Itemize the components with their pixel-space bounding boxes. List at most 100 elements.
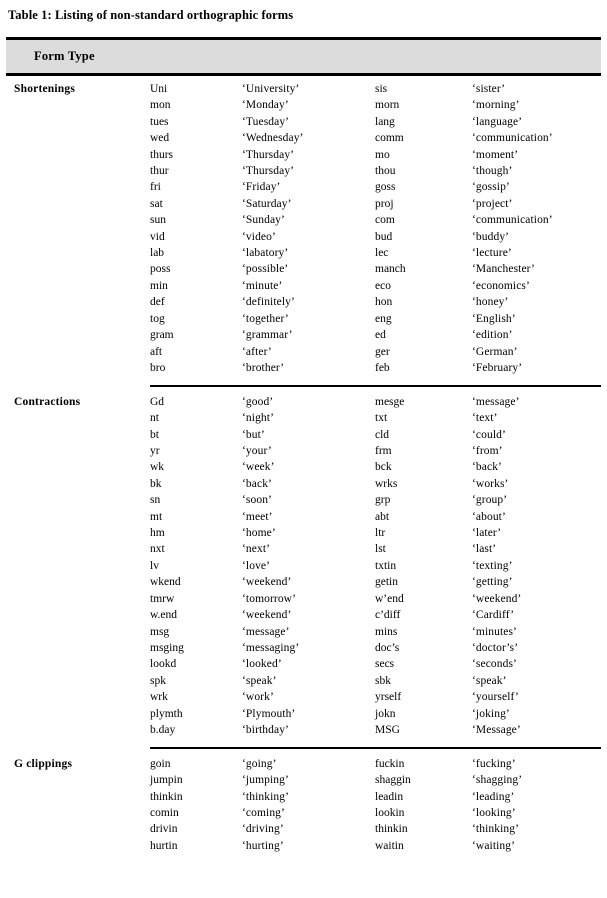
standard-gloss: ‘could’: [472, 428, 506, 441]
non-standard-form: shaggin: [375, 774, 411, 787]
standard-gloss: ‘getting’: [472, 576, 513, 589]
non-standard-form: ed: [375, 329, 386, 342]
standard-gloss: ‘night’: [242, 412, 274, 425]
standard-gloss: ‘February’: [472, 361, 523, 374]
standard-gloss: ‘thinking’: [242, 790, 289, 803]
table-page: Table 1: Listing of non-standard orthogr…: [0, 0, 607, 898]
standard-gloss: ‘back’: [472, 461, 502, 474]
standard-gloss: ‘Cardiff’: [472, 609, 515, 622]
non-standard-form: tues: [150, 115, 169, 128]
section-inner: G clippings goin ‘going’ fuckin ‘fucking’ jum…: [0, 749, 607, 854]
non-standard-form: getin: [375, 576, 398, 589]
non-standard-form: thinkin: [375, 823, 408, 836]
non-standard-form: com: [375, 214, 395, 227]
standard-gloss: ‘Saturday’: [242, 197, 292, 210]
non-standard-form: plymth: [150, 707, 183, 720]
non-standard-form: ger: [375, 345, 390, 358]
standard-gloss: ‘Friday’: [242, 181, 281, 194]
standard-gloss: ‘Wednesday’: [242, 132, 304, 145]
standard-gloss: ‘next’: [242, 543, 271, 556]
standard-gloss: ‘Sunday’: [242, 214, 285, 227]
standard-gloss: ‘shagging’: [472, 774, 523, 787]
standard-gloss: ‘from’: [472, 445, 503, 458]
standard-gloss: ‘seconds’: [472, 658, 517, 671]
standard-gloss: ‘messaging’: [242, 641, 300, 654]
non-standard-form: lst: [375, 543, 386, 556]
non-standard-form: frm: [375, 445, 392, 458]
standard-gloss: ‘grammar’: [242, 329, 293, 342]
standard-gloss: ‘Monday’: [242, 99, 289, 112]
non-standard-form: yrself: [375, 691, 402, 704]
non-standard-form: goin: [150, 757, 171, 770]
standard-gloss: ‘video’: [242, 230, 276, 243]
non-standard-form: Uni: [150, 83, 168, 95]
standard-gloss: ‘though’: [472, 165, 513, 178]
non-standard-form: thurs: [150, 148, 173, 161]
non-standard-form: goss: [375, 181, 396, 194]
non-standard-form: lookin: [375, 807, 405, 820]
non-standard-form: sun: [150, 214, 166, 227]
non-standard-form: comin: [150, 807, 179, 820]
non-standard-form: sbk: [375, 674, 391, 687]
non-standard-form: MSG: [375, 723, 400, 736]
non-standard-form: hurtin: [150, 839, 178, 852]
non-standard-form: wrk: [150, 691, 168, 704]
non-standard-form: leadin: [375, 790, 404, 803]
section-grid: goin ‘going’ fuckin ‘fucking’ jumpin ‘jumping…: [150, 756, 607, 854]
standard-gloss: ‘possible’: [242, 263, 289, 276]
non-standard-form: bud: [375, 230, 393, 243]
standard-gloss: ‘love’: [242, 559, 271, 572]
table-caption: Table 1: Listing of non-standard orthogr…: [8, 8, 294, 22]
standard-gloss: ‘week’: [242, 461, 275, 474]
non-standard-form: hon: [375, 296, 393, 309]
non-standard-form: poss: [150, 263, 171, 276]
non-standard-form: tmrw: [150, 592, 175, 605]
non-standard-form: wk: [150, 461, 165, 474]
standard-gloss: ‘group’: [472, 494, 508, 507]
standard-gloss: ‘gossip’: [472, 181, 510, 194]
section-label-gclippings: G clippings: [14, 757, 73, 770]
non-standard-form: tog: [150, 312, 165, 325]
non-standard-form: manch: [375, 263, 406, 276]
standard-gloss: ‘labatory’: [242, 247, 289, 260]
section-inner: Shortenings Uni ‘University’ sis ‘sister’ mon…: [0, 76, 607, 376]
standard-gloss: ‘fucking’: [472, 757, 516, 770]
standard-gloss: ‘texting’: [472, 559, 513, 572]
non-standard-form: jumpin: [150, 774, 183, 787]
standard-gloss: ‘your’: [242, 445, 272, 458]
non-standard-form: sat: [150, 197, 163, 210]
standard-gloss: ‘together’: [242, 312, 289, 325]
non-standard-form: cld: [375, 428, 390, 441]
non-standard-form: Gd: [150, 395, 165, 408]
standard-gloss: ‘weekend’: [242, 576, 292, 589]
standard-gloss: ‘Message’: [472, 723, 521, 736]
standard-gloss: ‘good’: [242, 395, 274, 408]
standard-gloss: ‘leading’: [472, 790, 515, 803]
non-standard-form: abt: [375, 510, 390, 523]
standard-gloss: ‘last’: [472, 543, 497, 556]
non-standard-form: thou: [375, 165, 396, 178]
standard-gloss: ‘message’: [472, 395, 520, 408]
non-standard-form: bk: [150, 477, 162, 490]
standard-gloss: ‘driving’: [242, 823, 284, 836]
standard-gloss: ‘communication’: [472, 214, 553, 227]
standard-gloss: ‘coming’: [242, 807, 285, 820]
non-standard-form: msg: [150, 625, 170, 638]
non-standard-form: min: [150, 279, 168, 292]
non-standard-form: hm: [150, 527, 165, 540]
standard-gloss: ‘weekend’: [242, 609, 292, 622]
standard-gloss: ‘meet’: [242, 510, 273, 523]
non-standard-form: mins: [375, 625, 398, 638]
standard-gloss: ‘message’: [242, 625, 290, 638]
table-section-shortenings: Shortenings Uni ‘University’ sis ‘sister’ mon…: [0, 76, 607, 376]
standard-gloss: ‘Tuesday’: [242, 115, 290, 128]
non-standard-form: proj: [375, 197, 394, 210]
standard-gloss: ‘yourself’: [472, 691, 519, 704]
non-standard-form: thinkin: [150, 790, 183, 803]
non-standard-form: b.day: [150, 723, 176, 736]
standard-gloss: ‘moment’: [472, 148, 519, 161]
non-standard-form: mesge: [375, 395, 405, 408]
table-body: Shortenings Uni ‘University’ sis ‘sister’ mon…: [0, 76, 607, 854]
non-standard-form: bck: [375, 461, 392, 474]
